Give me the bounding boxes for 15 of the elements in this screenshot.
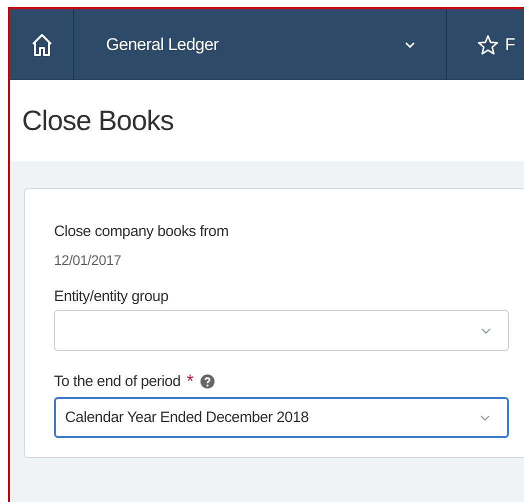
chevron-down-icon: [481, 328, 491, 334]
favorites-button[interactable]: F: [447, 9, 516, 80]
page-title: Close Books: [22, 104, 174, 136]
date-value: 12/01/2017: [54, 252, 122, 268]
star-icon: [477, 34, 499, 56]
chevron-down-icon: [480, 414, 490, 420]
required-mark: *: [186, 371, 194, 392]
chevron-down-icon: [404, 40, 416, 48]
home-icon: [30, 32, 52, 56]
help-icon[interactable]: [200, 374, 215, 389]
select-field[interactable]: [54, 310, 509, 351]
field-label: Entity/entity group: [54, 288, 168, 305]
select-field[interactable]: Calendar Year Ended December 2018: [54, 397, 509, 438]
field-label: Close company books from: [54, 223, 230, 240]
field-label: To the end of period: [54, 373, 181, 390]
